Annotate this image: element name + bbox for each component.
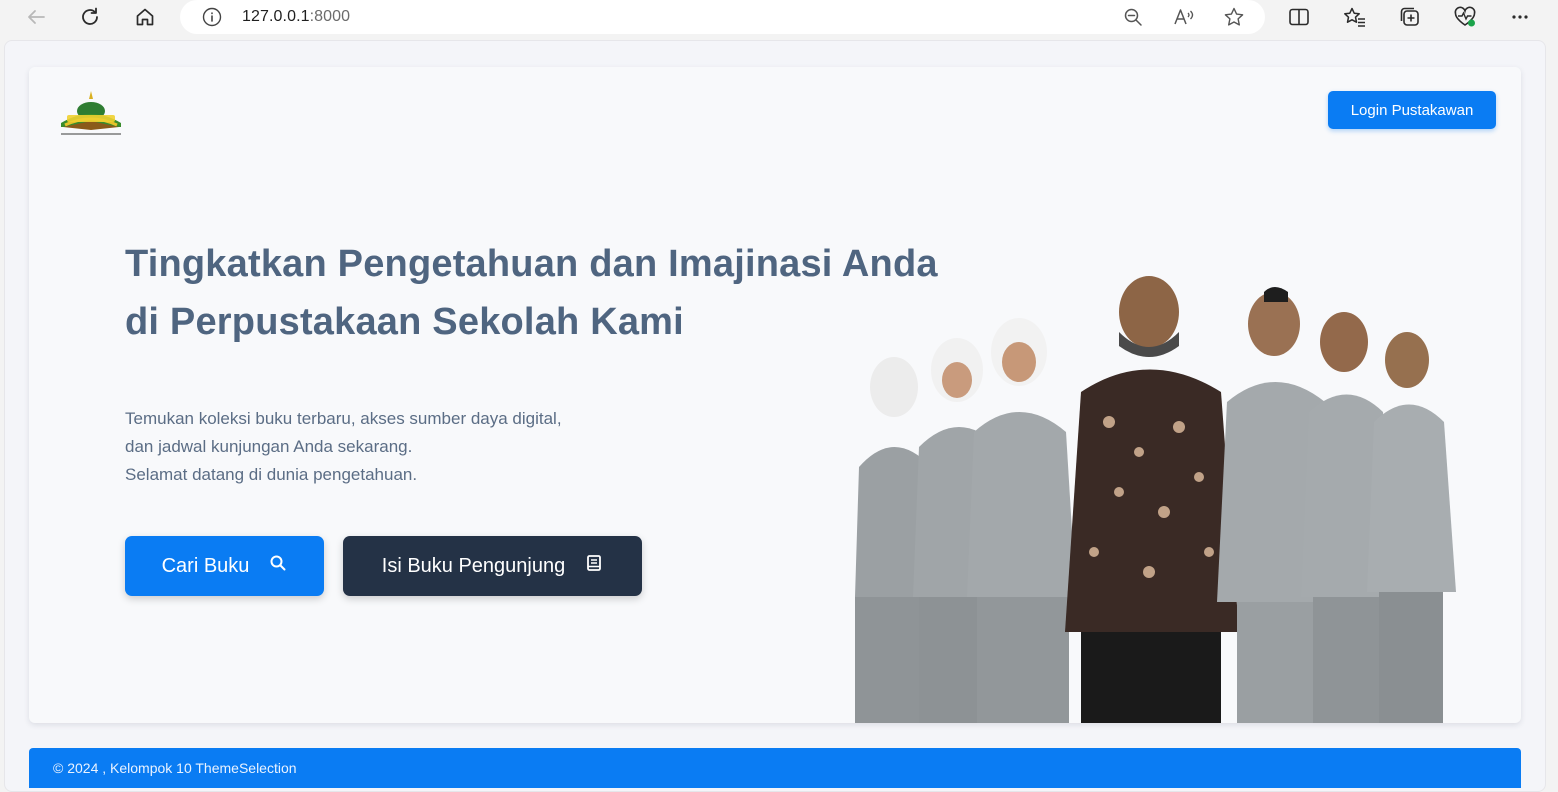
search-books-label: Cari Buku xyxy=(161,554,250,577)
student-figure-6 xyxy=(1367,332,1456,723)
description-line-3: Selamat datang di dunia pengetahuan. xyxy=(125,465,418,484)
footer-copyright: © 2024 , Kelompok 10 ThemeSelection xyxy=(53,760,297,776)
hero-section: Login Pustakawan Tingkatkan Pengetahuan … xyxy=(29,67,1521,723)
collections-icon[interactable] xyxy=(1396,4,1424,30)
students-teacher-photo xyxy=(819,262,1469,723)
description-line-2: dan jadwal kunjungan Anda sekarang. xyxy=(125,437,413,456)
split-screen-icon[interactable] xyxy=(1285,4,1313,30)
home-icon[interactable] xyxy=(131,4,159,30)
hero-description: Temukan koleksi buku terbaru, akses sumb… xyxy=(125,405,685,489)
site-info-icon[interactable] xyxy=(201,6,223,28)
read-aloud-icon[interactable] xyxy=(1173,6,1195,28)
description-line-1: Temukan koleksi buku terbaru, akses sumb… xyxy=(125,409,562,428)
browser-essentials-icon[interactable] xyxy=(1451,4,1479,30)
browser-toolbar: 127.0.0.1:8000 xyxy=(0,0,1558,36)
zoom-out-icon[interactable] xyxy=(1122,6,1144,28)
address-bar[interactable]: 127.0.0.1:8000 xyxy=(180,0,1265,34)
url-port: :8000 xyxy=(309,8,351,25)
back-arrow-icon[interactable] xyxy=(22,4,50,30)
more-menu-icon[interactable] xyxy=(1506,4,1534,30)
book-icon xyxy=(585,554,603,578)
guestbook-label: Isi Buku Pengunjung xyxy=(381,554,566,577)
login-librarian-button[interactable]: Login Pustakawan xyxy=(1328,91,1496,129)
refresh-icon[interactable] xyxy=(76,4,104,30)
url-host: 127.0.0.1 xyxy=(242,8,310,25)
footer: © 2024 , Kelompok 10 ThemeSelection xyxy=(29,748,1521,788)
school-logo[interactable] xyxy=(57,89,125,139)
search-books-button[interactable]: Cari Buku xyxy=(125,536,324,596)
search-icon xyxy=(269,554,287,578)
guestbook-button[interactable]: Isi Buku Pengunjung xyxy=(343,536,642,596)
teacher-figure xyxy=(1065,276,1239,723)
favorites-icon[interactable] xyxy=(1341,4,1369,30)
favorite-star-icon[interactable] xyxy=(1223,6,1245,28)
student-figure-3 xyxy=(967,318,1076,723)
url-text[interactable]: 127.0.0.1:8000 xyxy=(242,8,350,26)
